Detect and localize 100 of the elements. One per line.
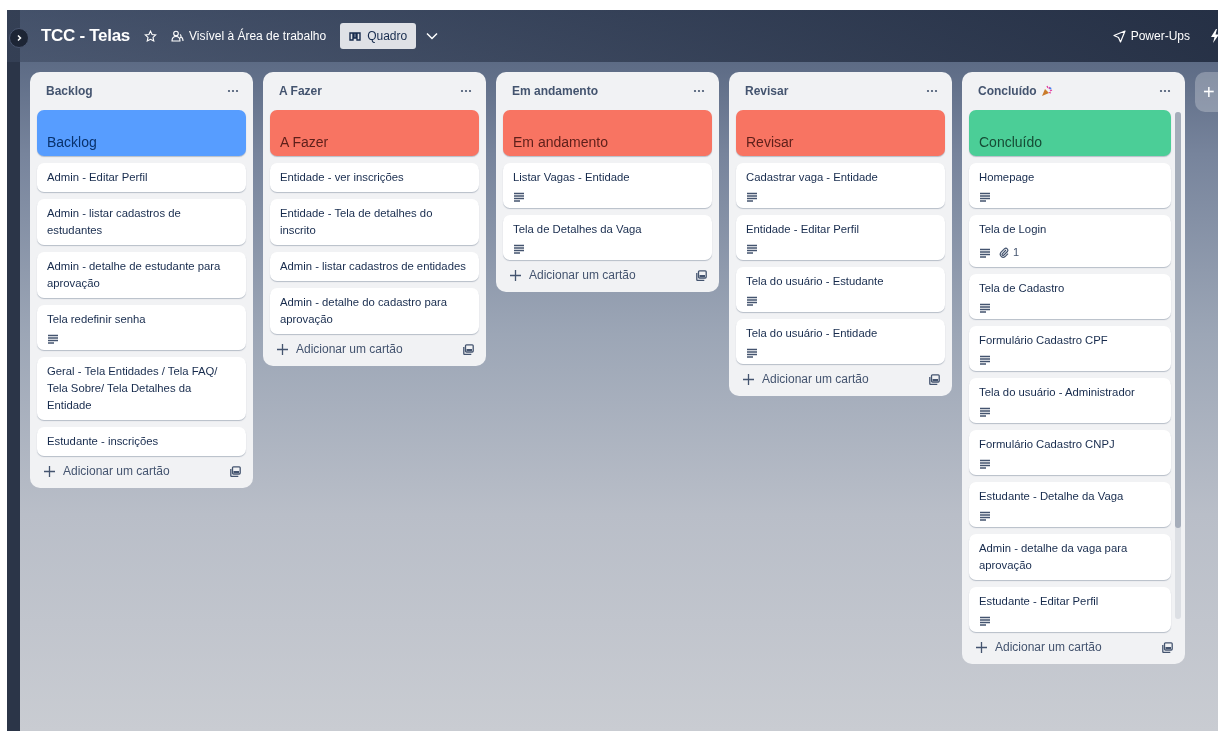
visibility-button[interactable]: Visível à Área de trabalho [166,25,331,47]
card-title: Listar Vagas - Entidade [513,170,631,185]
task-card[interactable]: Entidade - ver inscrições [270,163,479,192]
card-title: Admin - detalhe de estudante para aprovação [47,259,222,291]
add-card-button[interactable]: Adicionar um cartão [510,268,636,282]
card-template-button[interactable] [696,269,707,281]
description-icon [979,355,991,365]
more-options-button[interactable] [1159,89,1171,93]
task-card[interactable]: Tela de Detalhes da Vaga [503,215,712,260]
task-card[interactable]: Tela redefinir senha [37,305,246,350]
card-title: Entidade - ver inscrições [280,170,405,185]
task-card[interactable]: Admin - detalhe da vaga para aprovação [969,534,1171,580]
task-card[interactable]: Estudante - Detalhe da Vaga [969,482,1171,527]
description-icon [979,247,991,258]
task-card[interactable]: Formulário Cadastro CNPJ [969,430,1171,475]
card-template-button[interactable] [230,465,241,477]
task-card[interactable]: Listar Vagas - Entidade [503,163,712,208]
list-title[interactable]: Backlog [46,84,93,98]
card-title: Entidade - Tela de detalhes do inscrito [280,206,434,238]
task-card[interactable]: Tela do usuário - Entidade [736,319,945,364]
more-options-button[interactable] [227,89,239,93]
card-title: Tela de Detalhes da Vaga [513,222,643,237]
add-card-button[interactable]: Adicionar um cartão [743,372,869,386]
description-icon [979,459,991,469]
card-title: Admin - listar cadastros de estudantes [47,206,182,238]
chevron-down-icon[interactable] [426,32,439,40]
template-icon [230,465,241,477]
card-title: Admin - Editar Perfil [47,170,149,185]
card-title: Tela de Cadastro [979,281,1066,296]
chevron-right-icon [15,34,23,42]
plus-icon [44,465,55,477]
task-card[interactable]: Tela de Cadastro [969,274,1171,319]
description-icon [47,334,59,344]
card-template-button[interactable] [929,373,940,385]
cover-card[interactable]: Revisar [736,110,945,156]
more-icon [926,89,938,93]
card-title: Geral - Tela Entidades / Tela FAQ/ Tela Sobre/ Tela Detalhes da Entidade [47,364,219,413]
add-card-button[interactable]: Adicionar um cartão [44,464,170,478]
card-title: Formulário Cadastro CPF [979,333,1109,348]
list-title[interactable]: Revisar [745,84,789,98]
card-title: Estudante - Detalhe da Vaga [979,489,1125,504]
expand-sidebar-button[interactable] [9,28,29,48]
task-card[interactable]: Admin - detalhe de estudante para aprovação [37,252,246,298]
task-card[interactable]: Estudante - inscrições [37,427,246,456]
board-title[interactable]: TCC - Telas [41,26,130,46]
task-card[interactable]: Admin - listar cadastros de entidades [270,252,479,281]
board-icon [349,31,362,41]
party-popper-icon [1040,85,1053,97]
card-title: Estudante - Editar Perfil [979,594,1100,609]
task-card[interactable]: Entidade - Tela de detalhes do inscrito [270,199,479,245]
cover-card[interactable]: Em andamento [503,110,712,156]
plus-icon [277,343,288,355]
task-card[interactable]: Homepage [969,163,1171,208]
more-icon [693,89,705,93]
more-icon [460,89,472,93]
more-options-button[interactable] [460,89,472,93]
star-icon[interactable] [143,29,157,43]
lightning-icon[interactable] [1210,29,1218,43]
card-title: Tela do usuário - Estudante [746,274,885,289]
task-card[interactable]: Formulário Cadastro CPF [969,326,1171,371]
more-options-button[interactable] [693,89,705,93]
add-card-button[interactable]: Adicionar um cartão [277,342,403,356]
task-card[interactable]: Tela do usuário - Estudante [736,267,945,312]
list-title[interactable]: Concluído [978,84,1037,98]
more-options-button[interactable] [926,89,938,93]
description-icon [746,244,758,254]
plus-icon [510,269,521,281]
task-card[interactable]: Tela de Login 1 [969,215,1171,267]
task-card[interactable]: Admin - Editar Perfil [37,163,246,192]
card-title: Admin - detalhe da vaga para aprovação [979,541,1129,573]
board-view-button[interactable]: Quadro [340,23,417,49]
task-card[interactable]: Admin - detalhe do cadastro para aprovação [270,288,479,334]
description-icon [746,296,758,306]
card-title: Tela do usuário - Administrador [979,385,1136,400]
task-card[interactable]: Estudante - Editar Perfil [969,587,1171,632]
more-icon [227,89,239,93]
template-icon [463,343,474,355]
task-card[interactable]: Geral - Tela Entidades / Tela FAQ/ Tela Sobre/ Tela Detalhes da Entidade [37,357,246,420]
description-icon [979,511,991,521]
scrollbar[interactable] [1175,112,1181,619]
template-icon [1162,641,1173,653]
power-ups-button[interactable]: Power-Ups [1108,25,1194,47]
task-card[interactable]: Admin - listar cadastros de estudantes [37,199,246,245]
list-title[interactable]: Em andamento [512,84,598,98]
cover-card[interactable]: Concluído [969,110,1171,156]
card-template-button[interactable] [463,343,474,355]
cover-card[interactable]: Backlog [37,110,246,156]
description-icon [513,192,525,202]
task-card[interactable]: Entidade - Editar Perfil [736,215,945,260]
cover-card[interactable]: A Fazer [270,110,479,156]
list-title[interactable]: A Fazer [279,84,322,98]
people-icon [170,30,184,42]
task-card[interactable]: Tela do usuário - Administrador [969,378,1171,423]
plus-icon [743,373,754,385]
description-icon [979,616,991,626]
card-title: Cadastrar vaga - Entidade [746,170,879,185]
task-card[interactable]: Cadastrar vaga - Entidade [736,163,945,208]
description-icon [746,192,758,202]
card-template-button[interactable] [1162,641,1173,653]
add-card-button[interactable]: Adicionar um cartão [976,640,1102,654]
